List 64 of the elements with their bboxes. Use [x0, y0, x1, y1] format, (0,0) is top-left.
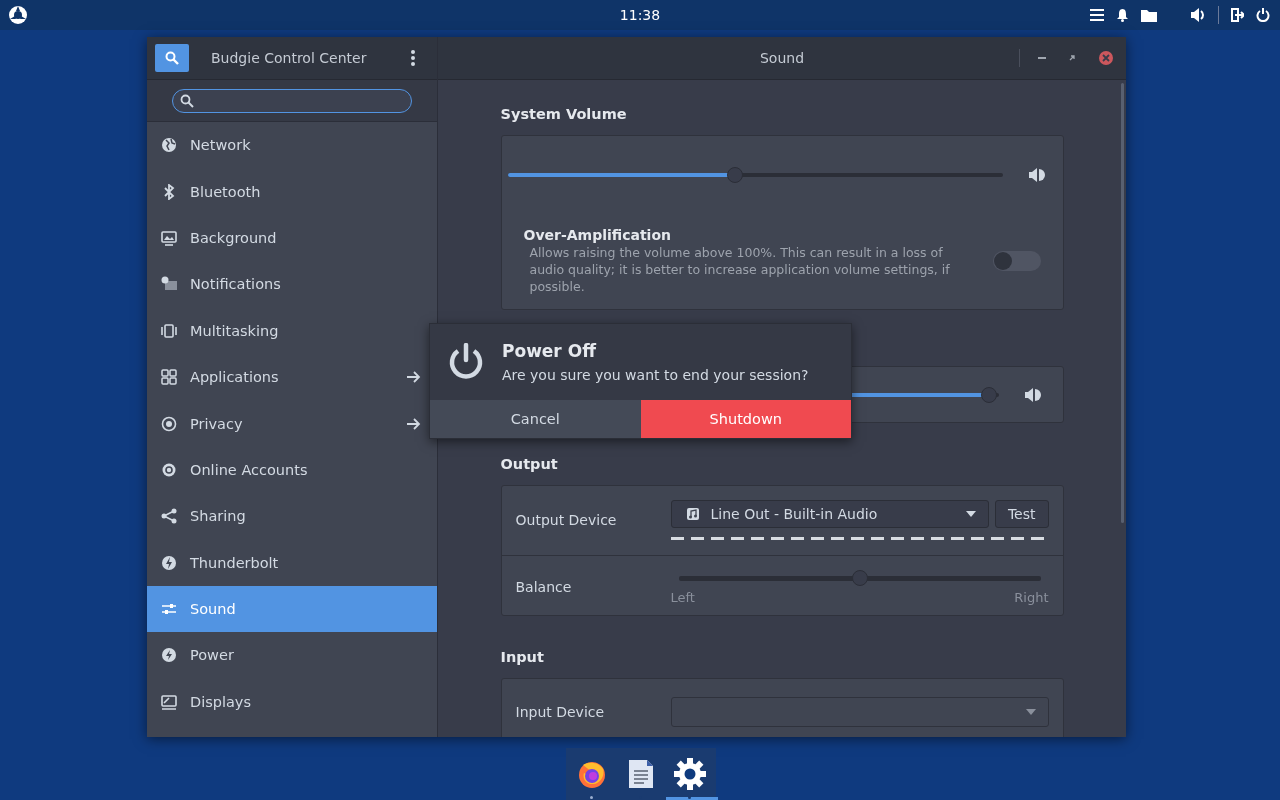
section-title: Output [500, 456, 559, 472]
caret-icon [1025, 709, 1036, 715]
sidebar-item[interactable]: Thunderbolt [147, 539, 437, 586]
caret-icon [965, 511, 976, 517]
speaker-icon[interactable] [1028, 168, 1045, 182]
logo-icon[interactable] [8, 5, 28, 25]
share-icon [161, 508, 177, 525]
section-title: Input [500, 649, 545, 665]
monitor-icon [161, 229, 177, 246]
folder-icon[interactable] [1141, 8, 1157, 22]
maximize-icon[interactable] [1068, 54, 1076, 62]
field-label: Input Device [515, 704, 606, 720]
toggle-switch[interactable] [992, 251, 1041, 271]
section-title: System Volume [500, 106, 628, 122]
multitasking-icon [161, 322, 177, 339]
sidebar-item[interactable]: Applications [147, 353, 437, 401]
setting-description: Allows raising the volume above 100%. This can result in a loss of audio quality; it is better to increase application volume settings, if possible. [528, 244, 951, 295]
notification-icon [161, 276, 177, 293]
speaker-icon[interactable] [1191, 8, 1206, 22]
slider-label: Right [1014, 590, 1049, 605]
bluetooth-icon [161, 183, 177, 200]
logout-icon[interactable] [1231, 8, 1244, 22]
page-title: Sound [759, 50, 805, 66]
globe-icon [161, 137, 177, 154]
search-icon [180, 93, 194, 108]
shutdown-button[interactable]: Shutdown [640, 400, 851, 438]
music-note-icon [686, 508, 699, 520]
search-icon [165, 51, 179, 65]
cancel-button[interactable]: Cancel [430, 400, 641, 438]
browser-icon[interactable] [577, 759, 608, 789]
field-label: Balance [515, 578, 573, 595]
sidebar-item[interactable]: Multitasking [147, 307, 437, 354]
volume-slider[interactable] [507, 167, 1003, 183]
sidebar-item[interactable]: Background [147, 214, 437, 262]
sidebar-item[interactable]: Network [147, 122, 437, 169]
sidebar-item[interactable]: Power [147, 632, 437, 679]
speaker-icon[interactable] [1024, 387, 1041, 402]
sidebar-item[interactable]: Bluetooth [147, 168, 437, 215]
grid-icon [161, 369, 177, 386]
gear-icon[interactable] [673, 758, 706, 790]
sidebar-item[interactable]: Displays [147, 678, 437, 726]
balance-slider[interactable] [678, 570, 1041, 586]
lightning-icon [161, 554, 177, 571]
kebab-menu-icon[interactable] [411, 50, 415, 66]
dialog-message: Are you sure you want to end your session? [502, 367, 809, 383]
scrollbar[interactable] [1121, 83, 1124, 523]
document-icon[interactable] [629, 760, 653, 788]
sidebar-item[interactable]: Online Accounts [147, 446, 437, 494]
clock[interactable]: 11:38 [619, 7, 661, 23]
slider-label: Left [670, 590, 695, 605]
close-icon[interactable] [1098, 50, 1114, 66]
dialog-title: Power Off [502, 341, 598, 361]
search-button[interactable] [155, 44, 189, 72]
window-title: Budgie Control Center [211, 50, 368, 66]
device-dropdown[interactable]: Line Out - Built-in Audio [670, 500, 989, 528]
field-label: Output Device [515, 512, 618, 528]
bell-icon[interactable] [1116, 8, 1129, 22]
display-icon [161, 693, 177, 710]
sidebar-item[interactable]: Sharing [147, 493, 437, 540]
menu-icon[interactable] [1090, 8, 1104, 22]
search-field[interactable] [172, 88, 412, 113]
setting-title: Over-Amplification [523, 227, 672, 243]
sidebar-item[interactable]: Notifications [147, 261, 437, 308]
test-button[interactable]: Test [994, 500, 1049, 528]
